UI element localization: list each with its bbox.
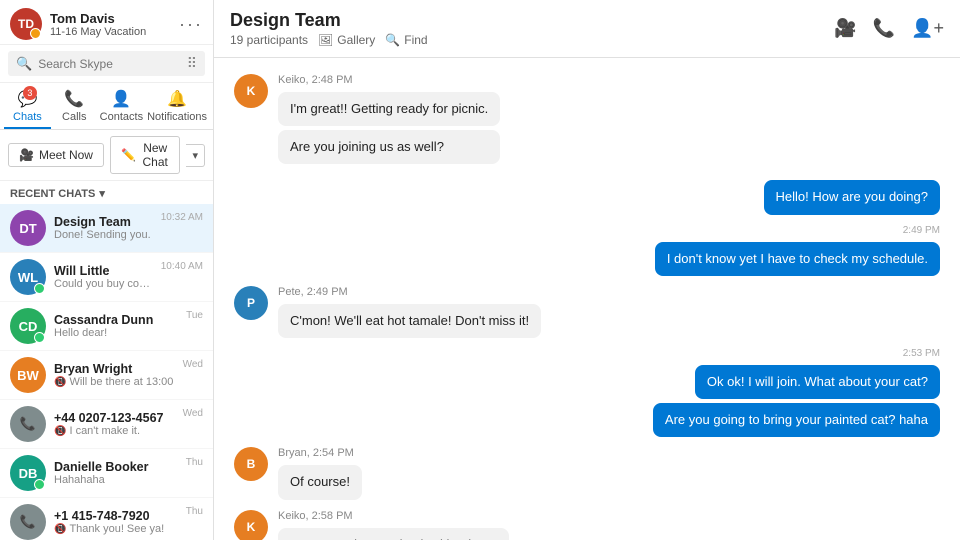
new-chat-dropdown[interactable]: ▾	[186, 144, 205, 167]
sender-avatar: B	[234, 447, 268, 481]
message-group: P Pete, 2:49 PM C'mon! We'll eat hot tam…	[234, 286, 940, 338]
chat-avatar: 📞	[10, 406, 46, 442]
message-bubble: Hello! How are you doing?	[764, 180, 940, 214]
add-participant-button[interactable]: 👤+	[911, 18, 944, 39]
chat-meta: 19 participants 🖼 Gallery 🔍 Find	[230, 33, 428, 47]
sender-avatar: P	[234, 286, 268, 320]
chat-item-danielle-booker[interactable]: DB Danielle Booker Hahahaha Thu	[0, 449, 213, 498]
chat-avatar: CD	[10, 308, 46, 344]
nav-tabs: 💬 Chats 3 📞 Calls 👤 Contacts 🔔 Notificat…	[0, 83, 213, 130]
new-chat-button[interactable]: ✏️ New Chat	[110, 136, 180, 174]
message-bubble: Are you joining us as well?	[278, 130, 500, 164]
contacts-icon: 👤	[111, 89, 131, 109]
message-header: Pete, 2:49 PM	[278, 286, 541, 298]
chevron-down-icon: ▾	[99, 187, 105, 200]
chat-item-cassandra-dunn[interactable]: CD Cassandra Dunn Hello dear! Tue	[0, 302, 213, 351]
chat-avatar: WL	[10, 259, 46, 295]
notifications-icon: 🔔	[167, 89, 187, 109]
phone-icon: 📵	[54, 426, 66, 437]
message-group: K Keiko, 2:48 PM I'm great!! Getting rea…	[234, 74, 940, 164]
message-group-sent: Hello! How are you doing?	[234, 174, 940, 214]
chat-title: Design Team	[230, 10, 428, 31]
message-group: B Bryan, 2:54 PM Of course!	[234, 447, 940, 499]
gallery-icon: 🖼	[318, 33, 333, 47]
meet-now-button[interactable]: 🎥 Meet Now	[8, 143, 104, 167]
message-group: K Keiko, 2:58 PM Awesome, let me check w…	[234, 510, 940, 540]
grid-icon[interactable]: ⠿	[187, 55, 197, 72]
edit-icon: ✏️	[121, 148, 136, 162]
tab-calls[interactable]: 📞 Calls	[51, 83, 98, 129]
tab-chats[interactable]: 💬 Chats 3	[4, 83, 51, 129]
chat-item-will-little[interactable]: WL Will Little Could you buy coffee for …	[0, 253, 213, 302]
chat-avatar: BW	[10, 357, 46, 393]
main-chat: Design Team 19 participants 🖼 Gallery 🔍 …	[214, 0, 960, 540]
message-header: Keiko, 2:48 PM	[278, 74, 500, 86]
header-actions: 🎥 📞 👤+	[834, 18, 944, 39]
message-group-sent: 2:53 PM Ok ok! I will join. What about y…	[234, 348, 940, 437]
message-header: Keiko, 2:58 PM	[278, 510, 509, 522]
action-bar: 🎥 Meet Now ✏️ New Chat ▾	[0, 130, 213, 181]
message-bubble: Awesome, let me check with others.	[278, 528, 509, 540]
sidebar: TD Tom Davis 11-16 May Vacation ··· 🔍 ⠿ …	[0, 0, 214, 540]
tab-notifications[interactable]: 🔔 Notifications	[145, 83, 209, 129]
message-time: 2:49 PM	[903, 225, 940, 236]
participants-count[interactable]: 19 participants	[230, 33, 308, 47]
search-icon: 🔍	[16, 56, 32, 72]
message-bubble: Are you going to bring your painted cat?…	[653, 403, 940, 437]
chat-avatar: DB	[10, 455, 46, 491]
phone-icon: 📵	[54, 524, 66, 535]
message-time: 2:53 PM	[903, 348, 940, 359]
search-input[interactable]	[38, 57, 181, 71]
sidebar-header: TD Tom Davis 11-16 May Vacation ···	[0, 0, 213, 45]
search-bar: 🔍 ⠿	[0, 45, 213, 83]
find-link[interactable]: 🔍 Find	[385, 33, 427, 47]
gallery-link[interactable]: 🖼 Gallery	[318, 33, 375, 47]
chat-avatar: 📞	[10, 504, 46, 540]
chat-list: DT Design Team Done! Sending you. 10:32 …	[0, 204, 213, 540]
message-header: Bryan, 2:54 PM	[278, 447, 362, 459]
chats-badge: 3	[23, 86, 37, 100]
phone-icon: 📵	[54, 377, 66, 388]
message-bubble: C'mon! We'll eat hot tamale! Don't miss …	[278, 304, 541, 338]
chat-item-phone-1[interactable]: 📞 +44 0207-123-4567 📵 I can't make it. W…	[0, 400, 213, 449]
user-status: 11-16 May Vacation	[50, 26, 146, 38]
message-bubble: Of course!	[278, 465, 362, 499]
message-bubble: I'm great!! Getting ready for picnic.	[278, 92, 500, 126]
find-icon: 🔍	[385, 33, 400, 47]
message-group-sent: 2:49 PM I don't know yet I have to check…	[234, 225, 940, 276]
messages-area[interactable]: K Keiko, 2:48 PM I'm great!! Getting rea…	[214, 58, 960, 540]
video-call-button[interactable]: 🎥	[834, 18, 856, 39]
chat-item-bryan-wright[interactable]: BW Bryan Wright 📵 Will be there at 13:00…	[0, 351, 213, 400]
audio-call-button[interactable]: 📞	[873, 18, 895, 39]
user-name: Tom Davis	[50, 11, 146, 26]
tab-contacts[interactable]: 👤 Contacts	[98, 83, 145, 129]
more-options-icon[interactable]: ···	[179, 14, 203, 35]
chat-item-phone-2[interactable]: 📞 +1 415-748-7920 📵 Thank you! See ya! T…	[0, 498, 213, 540]
calls-icon: 📞	[64, 89, 84, 109]
message-bubble: Ok ok! I will join. What about your cat?	[695, 365, 940, 399]
user-avatar: TD	[10, 8, 42, 40]
sender-avatar: K	[234, 510, 268, 540]
chat-header: Design Team 19 participants 🖼 Gallery 🔍 …	[214, 0, 960, 58]
chat-avatar: DT	[10, 210, 46, 246]
recent-chats-label[interactable]: RECENT CHATS ▾	[0, 181, 213, 204]
user-info: TD Tom Davis 11-16 May Vacation	[10, 8, 146, 40]
sender-avatar: K	[234, 74, 268, 108]
chat-item-design-team[interactable]: DT Design Team Done! Sending you. 10:32 …	[0, 204, 213, 253]
message-bubble: I don't know yet I have to check my sche…	[655, 242, 940, 276]
video-icon: 🎥	[19, 148, 34, 162]
